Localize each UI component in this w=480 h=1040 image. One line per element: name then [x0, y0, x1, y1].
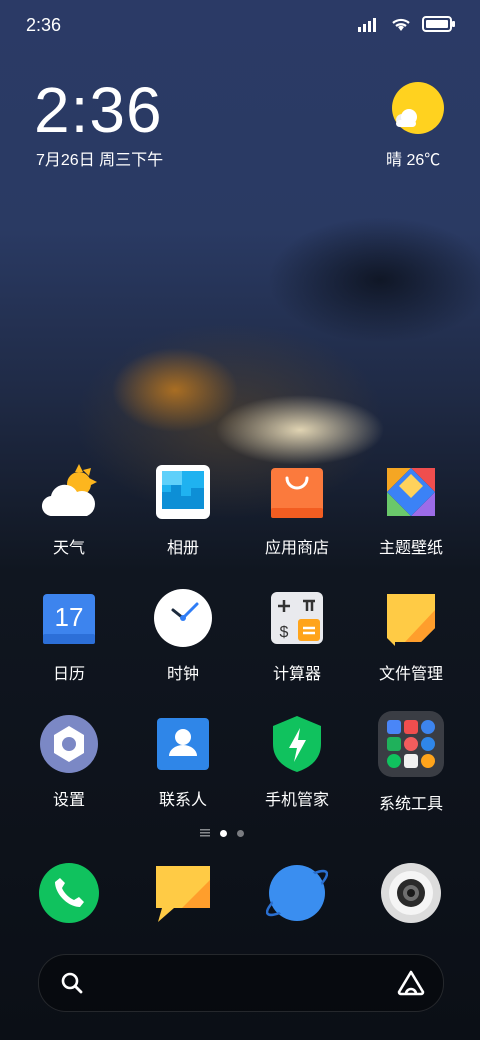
weather-label: 晴 26℃ — [386, 152, 441, 169]
calendar-icon: 17 — [39, 588, 99, 648]
dock-browser[interactable] — [242, 862, 352, 924]
dock-camera[interactable] — [356, 862, 466, 924]
phone-icon — [38, 862, 100, 924]
app-themes[interactable]: 主题壁纸 — [356, 462, 466, 558]
status-bar: 2:36 — [0, 0, 480, 50]
app-calendar[interactable]: 17 日历 — [14, 588, 124, 684]
app-label: 文件管理 — [378, 666, 443, 683]
folder-icon — [377, 710, 445, 778]
dock-messages[interactable] — [128, 862, 238, 924]
app-weather[interactable]: 天气 — [14, 462, 124, 558]
app-label: 设置 — [52, 792, 85, 809]
date-label: 7月26日 周三下午 — [36, 152, 164, 169]
app-label: 主题壁纸 — [378, 540, 443, 557]
app-label: 日历 — [52, 666, 85, 683]
gallery-icon — [153, 462, 213, 522]
page-dot-active — [220, 829, 227, 837]
status-icons — [358, 16, 456, 32]
app-label: 计算器 — [272, 666, 321, 683]
weather-icon — [39, 462, 99, 522]
app-security[interactable]: 手机管家 — [242, 714, 352, 810]
app-label: 联系人 — [158, 792, 207, 809]
messages-icon — [152, 862, 214, 924]
app-label: 应用商店 — [264, 540, 329, 557]
folder-note-icon — [381, 588, 441, 648]
app-folder-tools[interactable]: 系统工具 — [356, 711, 466, 814]
wifi-icon — [392, 18, 410, 31]
clock-widget[interactable]: 2:36 — [34, 78, 163, 142]
dock-phone[interactable] — [14, 862, 124, 924]
app-settings[interactable]: 设置 — [14, 714, 124, 810]
shield-bolt-icon — [267, 714, 327, 774]
clock-icon — [153, 588, 213, 648]
browser-icon — [265, 862, 329, 924]
camera-icon — [380, 862, 442, 924]
app-label: 时钟 — [166, 666, 199, 683]
voice-assistant-icon[interactable] — [397, 970, 425, 996]
battery-icon — [422, 16, 455, 32]
contacts-icon — [153, 714, 213, 774]
svg-text:$: $ — [280, 624, 289, 641]
app-clock[interactable]: 时钟 — [128, 588, 238, 684]
signal-icon — [358, 18, 376, 32]
shopping-bag-icon — [267, 462, 327, 522]
calculator-icon: $ — [267, 588, 327, 648]
app-calculator[interactable]: $ 计算器 — [242, 588, 352, 684]
menu-lines-icon — [200, 829, 210, 837]
app-gallery[interactable]: 相册 — [128, 462, 238, 558]
status-time: 2:36 — [26, 15, 62, 35]
page-dot — [237, 829, 244, 837]
app-contacts[interactable]: 联系人 — [128, 714, 238, 810]
app-label: 相册 — [166, 540, 199, 557]
search-bar[interactable] — [38, 954, 444, 1012]
app-label: 手机管家 — [264, 792, 329, 809]
page-indicator[interactable] — [200, 829, 244, 837]
app-store[interactable]: 应用商店 — [242, 462, 352, 558]
search-icon — [61, 972, 83, 994]
app-label: 系统工具 — [378, 796, 443, 813]
themes-icon — [381, 462, 441, 522]
gear-icon — [39, 714, 99, 774]
app-file-manager[interactable]: 文件管理 — [356, 588, 466, 684]
calendar-day: 17 — [54, 602, 84, 632]
app-label: 天气 — [52, 540, 85, 557]
sunny-cloud-icon[interactable] — [390, 82, 446, 138]
